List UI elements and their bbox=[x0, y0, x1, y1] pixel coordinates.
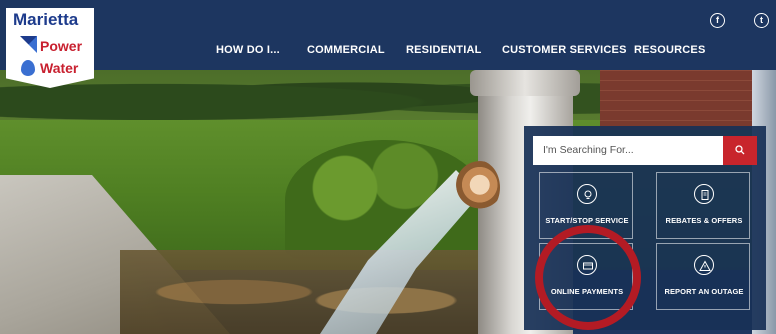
hero-brick-wall bbox=[600, 70, 776, 130]
tile-rebates-offers[interactable]: REBATES & OFFERS bbox=[656, 172, 750, 239]
logo-text-marietta: Marietta bbox=[13, 10, 79, 29]
nav-how-do-i[interactable]: HOW DO I... bbox=[216, 44, 280, 56]
power-bolt-icon bbox=[20, 36, 37, 53]
tile-report-outage[interactable]: REPORT AN OUTAGE bbox=[656, 243, 750, 310]
nav-commercial[interactable]: COMMERCIAL bbox=[307, 44, 385, 56]
hero-hydrant-cap bbox=[470, 70, 580, 96]
nav-residential[interactable]: RESIDENTIAL bbox=[406, 44, 482, 56]
highlight-circle bbox=[535, 225, 641, 330]
nav-resources[interactable]: RESOURCES bbox=[634, 44, 705, 56]
receipt-icon bbox=[694, 184, 714, 204]
water-drop-icon bbox=[21, 60, 35, 76]
tile-label: REPORT AN OUTAGE bbox=[664, 287, 744, 296]
facebook-icon[interactable]: f bbox=[710, 13, 725, 28]
nav-customer-services[interactable]: CUSTOMER SERVICES bbox=[502, 44, 627, 56]
search-icon bbox=[735, 145, 745, 155]
search-input[interactable]: I'm Searching For... bbox=[533, 136, 723, 165]
warning-icon bbox=[694, 255, 714, 275]
tile-label: START/STOP SERVICE bbox=[545, 216, 629, 225]
search-button[interactable] bbox=[723, 136, 757, 165]
tile-label: REBATES & OFFERS bbox=[665, 216, 743, 225]
logo-text-water: Water bbox=[40, 60, 79, 76]
twitter-icon[interactable]: t bbox=[754, 13, 769, 28]
logo-text-power: Power bbox=[40, 38, 83, 54]
lightbulb-icon bbox=[577, 184, 597, 204]
hero-hydrant-nozzle bbox=[455, 160, 500, 215]
hero-leaves bbox=[120, 250, 500, 334]
site-logo[interactable]: Marietta Power Water bbox=[6, 8, 94, 88]
top-navbar: HOW DO I... COMMERCIAL RESIDENTIAL CUSTO… bbox=[0, 0, 776, 70]
